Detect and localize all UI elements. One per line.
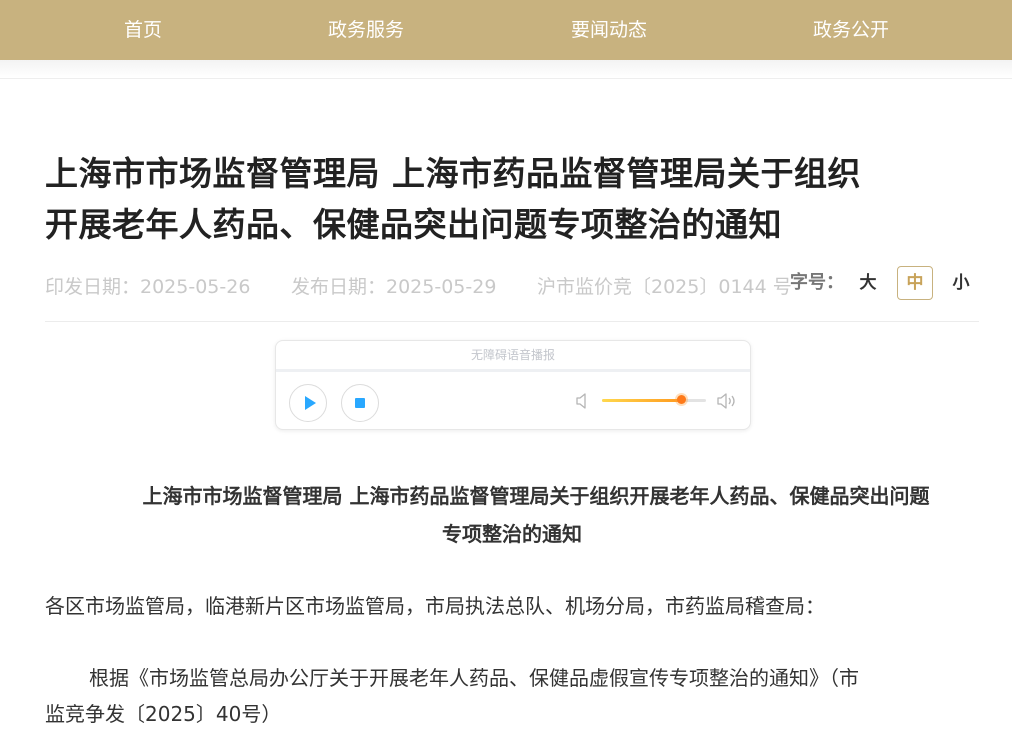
volume-slider-knob[interactable] <box>677 395 687 404</box>
salutation: 各区市场监管局，临港新片区市场监管局，市局执法总队、机场分局，市药监局稽查局： <box>45 594 825 618</box>
font-size-large-button[interactable]: 大 <box>850 266 886 300</box>
nav-divider <box>0 60 1012 79</box>
publish-date: 发布日期：2025-05-29 <box>291 276 497 298</box>
document-heading-line1: 上海市市场监督管理局 上海市药品监督管理局关于组织开展老年人药品、保健品突出问题 <box>142 484 930 508</box>
issue-date: 印发日期：2025-05-26 <box>45 276 251 298</box>
volume-slider[interactable] <box>602 395 706 404</box>
meta-divider <box>45 321 979 322</box>
paragraph-1-line1: 根据《市场监管总局办公厅关于开展老年人药品、保健品虚假宣传专项整治的通知》（市 <box>89 666 859 690</box>
font-size-small-button[interactable]: 小 <box>943 266 979 300</box>
font-size-label: 字号： <box>790 272 844 293</box>
volume-high-icon[interactable] <box>716 391 738 411</box>
top-navigation: 首页 政务服务 要闻动态 政务公开 <box>0 0 1012 60</box>
nav-item-home[interactable]: 首页 <box>63 0 223 60</box>
paragraph-1-line2: 监竞争发〔2025〕40号） <box>45 702 282 726</box>
nav-item-services[interactable]: 政务服务 <box>286 0 446 60</box>
stop-icon <box>355 398 365 408</box>
volume-slider-fill <box>602 399 682 402</box>
document-number: 沪市监价竞〔2025〕0144 号 <box>537 276 792 298</box>
audio-player: 无障碍语音播报 <box>275 340 751 430</box>
article-title-line1: 上海市市场监督管理局 上海市药品监督管理局关于组织 <box>45 154 861 193</box>
font-size-medium-button[interactable]: 中 <box>897 266 933 300</box>
stop-button[interactable] <box>341 384 379 422</box>
volume-low-icon[interactable] <box>575 391 591 411</box>
play-icon <box>305 396 316 410</box>
play-button[interactable] <box>289 384 327 422</box>
article-title-line2: 开展老年人药品、保健品突出问题专项整治的通知 <box>45 205 782 244</box>
paragraph-1: 根据《市场监管总局办公厅关于开展老年人药品、保健品虚假宣传专项整治的通知》（市 … <box>45 660 979 732</box>
document-heading-line2: 专项整治的通知 <box>442 522 582 546</box>
audio-player-title: 无障碍语音播报 <box>276 341 750 372</box>
nav-item-news[interactable]: 要闻动态 <box>529 0 689 60</box>
document-heading: 上海市市场监督管理局 上海市药品监督管理局关于组织开展老年人药品、保健品突出问题… <box>45 477 979 553</box>
nav-item-public-affairs[interactable]: 政务公开 <box>771 0 931 60</box>
article-title: 上海市市场监督管理局 上海市药品监督管理局关于组织 开展老年人药品、保健品突出问… <box>45 148 925 250</box>
